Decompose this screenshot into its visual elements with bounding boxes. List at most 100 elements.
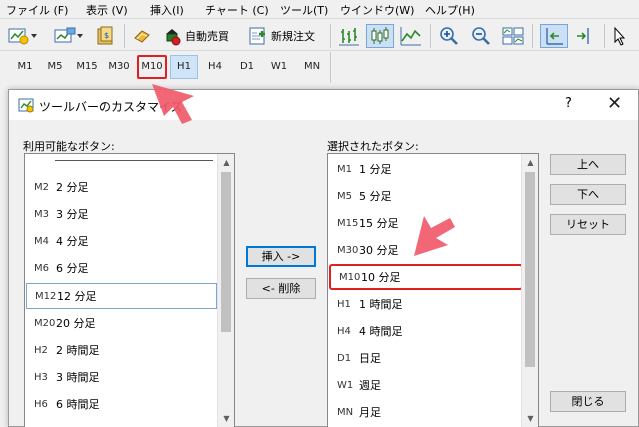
vertical-scrollbar[interactable]: ▲ ▼ — [521, 154, 538, 427]
item-label: 3 分足 — [56, 208, 89, 221]
item-label: 1 時間足 — [359, 298, 403, 311]
list-item[interactable]: M5 5 分足 — [329, 183, 521, 209]
period-button-h1[interactable]: H1 — [170, 55, 198, 79]
list-item[interactable]: H6 6 時間足 — [26, 391, 216, 417]
close-dialog-button[interactable]: 閉じる — [550, 391, 626, 412]
list-item[interactable]: H2 2 時間足 — [26, 337, 216, 363]
auto-scroll-icon — [546, 28, 563, 45]
item-label: 3 時間足 — [56, 371, 100, 384]
scroll-down-icon[interactable]: ▼ — [522, 410, 538, 427]
dialog-titlebar: ツールバーのカスタマイズ ? ✕ — [9, 90, 638, 120]
customize-toolbar-dialog: ツールバーのカスタマイズ ? ✕ 利用可能なボタン: 選択されたボタン: M2 … — [8, 89, 639, 427]
metaeditor-button[interactable] — [132, 24, 152, 48]
list-item[interactable]: M6 6 分足 — [26, 255, 216, 281]
item-label: 月足 — [359, 406, 381, 419]
close-icon[interactable]: ✕ — [607, 93, 622, 114]
toolbar-separator — [124, 24, 125, 48]
available-buttons-label: 利用可能なボタン: — [23, 140, 115, 153]
bar-chart-button[interactable] — [338, 24, 360, 48]
period-button-h4[interactable]: H4 — [202, 55, 228, 79]
menu-window[interactable]: ウインドウ(W) — [340, 2, 414, 18]
list-item[interactable]: D1 日足 — [329, 345, 521, 371]
zoom-in-button[interactable] — [438, 24, 460, 48]
item-label: 日足 — [359, 352, 381, 365]
list-item-selected[interactable]: M12 12 分足 — [26, 283, 217, 309]
delete-button[interactable]: <- 削除 — [246, 278, 316, 299]
item-code: W1 — [337, 379, 354, 391]
profiles-button[interactable] — [54, 24, 84, 48]
list-item-highlighted[interactable]: M10 10 分足 — [329, 264, 523, 290]
scroll-up-icon[interactable]: ▲ — [522, 154, 538, 171]
candlestick-button[interactable] — [366, 24, 394, 48]
item-label: 1 分足 — [359, 163, 392, 176]
menu-tools[interactable]: ツール(T) — [280, 2, 328, 18]
vertical-scrollbar[interactable]: ▲ ▼ — [217, 154, 234, 427]
market-watch-button[interactable]: $ — [96, 24, 116, 48]
auto-trade-icon — [166, 29, 181, 46]
item-label: 15 分足 — [359, 217, 399, 230]
scroll-thumb[interactable] — [525, 172, 535, 367]
item-code: M30 — [337, 244, 359, 256]
menu-chart[interactable]: チャート (C) — [205, 2, 269, 18]
item-code: M2 — [34, 181, 49, 193]
available-buttons-list[interactable]: M2 2 分足 M3 3 分足 M4 4 分足 M6 6 分足 M12 12 分… — [24, 153, 235, 427]
cursor-button[interactable] — [612, 24, 628, 48]
help-button[interactable]: ? — [565, 96, 572, 111]
list-item[interactable]: H4 4 時間足 — [329, 318, 521, 344]
item-code: M4 — [34, 235, 49, 247]
chart-shift-button[interactable] — [574, 24, 596, 48]
list-item[interactable]: M4 4 分足 — [26, 228, 216, 254]
item-label: 4 時間足 — [359, 325, 403, 338]
item-code: H1 — [337, 298, 351, 310]
move-up-button[interactable]: 上へ — [550, 154, 626, 175]
period-button-m15[interactable]: M15 — [72, 55, 102, 79]
period-button-mn[interactable]: MN — [298, 55, 326, 79]
scroll-up-icon[interactable]: ▲ — [218, 154, 234, 171]
menu-view[interactable]: 表示 (V) — [86, 2, 128, 18]
new-order-label: 新規注文 — [271, 30, 315, 43]
item-code: MN — [337, 406, 354, 418]
selected-buttons-list[interactable]: M1 1 分足 M5 5 分足 M15 15 分足 M30 30 分足 M10 … — [327, 153, 539, 427]
toolbar-separator — [430, 24, 431, 48]
item-code: D1 — [337, 352, 352, 364]
list-item[interactable]: W1 週足 — [329, 372, 521, 398]
period-button-m1[interactable]: M1 — [12, 55, 38, 79]
period-button-m30[interactable]: M30 — [104, 55, 134, 79]
list-item[interactable]: H3 3 時間足 — [26, 364, 216, 390]
list-item[interactable]: H1 1 時間足 — [329, 291, 521, 317]
new-chart-button[interactable] — [8, 24, 38, 48]
item-code: H3 — [34, 371, 48, 383]
toolbar-separator — [330, 24, 331, 48]
period-button-m5[interactable]: M5 — [42, 55, 68, 79]
item-code: M3 — [34, 208, 49, 220]
zoom-out-button[interactable] — [470, 24, 492, 48]
insert-button[interactable]: 挿入 -> — [246, 246, 316, 267]
list-item[interactable]: M1 1 分足 — [329, 156, 521, 182]
menu-insert[interactable]: 挿入(I) — [150, 2, 184, 18]
list-item[interactable]: M20 20 分足 — [26, 310, 216, 336]
auto-trade-label: 自動売買 — [185, 30, 229, 43]
period-button-d1[interactable]: D1 — [234, 55, 260, 79]
market-watch-icon: $ — [97, 26, 113, 45]
bar-chart-icon — [339, 28, 359, 46]
item-code: M10 — [339, 271, 361, 283]
new-order-button[interactable]: 新規注文 — [248, 24, 315, 48]
list-item[interactable]: M3 3 分足 — [26, 201, 216, 227]
scroll-down-icon[interactable]: ▼ — [218, 410, 234, 427]
menu-help[interactable]: ヘルプ(H) — [425, 2, 475, 18]
item-code: H6 — [34, 398, 48, 410]
tile-windows-button[interactable] — [502, 24, 524, 48]
move-down-button[interactable]: 下へ — [550, 184, 626, 205]
period-button-m10[interactable]: M10 — [137, 55, 167, 79]
separator-item[interactable] — [55, 160, 213, 161]
list-item[interactable]: MN 月足 — [329, 399, 521, 425]
auto-scroll-button[interactable] — [540, 24, 568, 48]
scroll-thumb[interactable] — [221, 172, 231, 332]
menu-file[interactable]: ファイル (F) — [6, 2, 68, 18]
reset-button[interactable]: リセット — [550, 214, 626, 235]
line-chart-button[interactable] — [400, 24, 422, 48]
list-item[interactable]: M2 2 分足 — [26, 174, 216, 200]
auto-trade-button[interactable]: 自動売買 — [162, 24, 229, 48]
period-button-w1[interactable]: W1 — [266, 55, 292, 79]
cursor-icon — [614, 26, 626, 46]
